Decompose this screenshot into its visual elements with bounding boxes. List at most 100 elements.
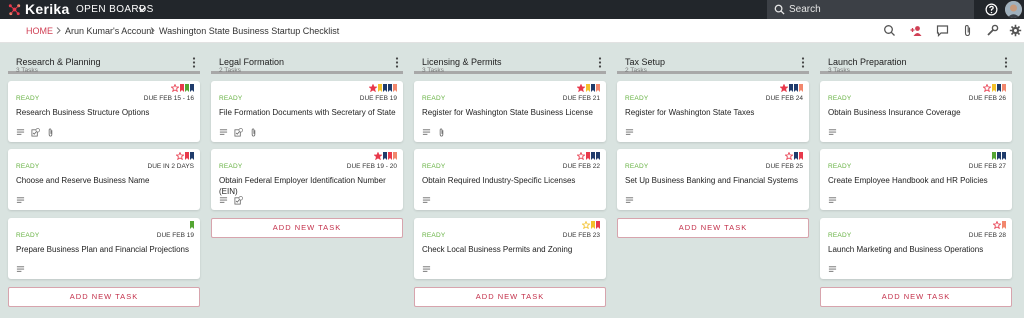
tag-flag-icon: [1002, 152, 1006, 160]
tag-flag-icon: [393, 84, 397, 92]
add-new-task-button[interactable]: ADD NEW TASK: [617, 218, 809, 238]
description-icon: [625, 129, 634, 135]
description-icon: [828, 197, 837, 203]
task-card[interactable]: READY DUE FEB 28 Launch Marketing and Busi…: [820, 218, 1012, 279]
card-meta-icons: [219, 196, 243, 205]
due-date: DUE FEB 28: [968, 232, 1006, 239]
board-column: Licensing & Permits 3 Tasks READY DUE FEB 2…: [414, 52, 606, 307]
tag-flag-icon: [383, 84, 387, 92]
priority-star-icon[interactable]: [171, 84, 179, 92]
add-new-task-button[interactable]: ADD NEW TASK: [211, 218, 403, 238]
card-tags: [983, 84, 1006, 92]
priority-star-icon[interactable]: [176, 152, 184, 160]
task-title[interactable]: Check Local Business Permits and Zoning: [422, 245, 600, 256]
more-vertical-icon[interactable]: [1004, 57, 1008, 68]
priority-star-icon[interactable]: [983, 84, 991, 92]
chevron-right-icon: [56, 27, 61, 34]
tag-flag-icon: [586, 152, 590, 160]
priority-star-icon[interactable]: [582, 221, 590, 229]
column-title: Launch Preparation: [828, 57, 907, 67]
tag-flag-icon: [596, 221, 600, 229]
search-box[interactable]: [767, 0, 974, 19]
task-card[interactable]: READY DUE FEB 15 - 16 Research Business St…: [8, 81, 200, 142]
task-card[interactable]: READY DUE FEB 25 Set Up Business Banking a…: [617, 149, 809, 210]
breadcrumb-home[interactable]: HOME: [26, 26, 53, 36]
status-badge: READY: [219, 163, 243, 170]
task-title[interactable]: Choose and Reserve Business Name: [16, 176, 194, 187]
priority-star-icon[interactable]: [785, 152, 793, 160]
card-meta-icons: [16, 265, 25, 274]
add-person-icon[interactable]: [910, 24, 923, 37]
description-icon: [422, 266, 431, 272]
add-new-task-button[interactable]: ADD NEW TASK: [8, 286, 200, 307]
wrench-icon[interactable]: [986, 24, 999, 37]
task-card[interactable]: READY DUE FEB 27 Create Employee Handbook …: [820, 149, 1012, 210]
more-vertical-icon[interactable]: [192, 57, 196, 68]
priority-star-icon[interactable]: [993, 221, 1001, 229]
due-date: DUE FEB 23: [562, 232, 600, 239]
task-title[interactable]: Set Up Business Banking and Financial Sy…: [625, 176, 803, 187]
task-title[interactable]: Register for Washington State Taxes: [625, 108, 803, 119]
column-task-count: 2 Tasks: [219, 67, 241, 74]
card-tags: [780, 84, 803, 92]
more-vertical-icon[interactable]: [598, 57, 602, 68]
task-title[interactable]: Obtain Business Insurance Coverage: [828, 108, 1006, 119]
priority-star-icon[interactable]: [780, 84, 788, 92]
priority-star-icon[interactable]: [369, 84, 377, 92]
priority-star-icon[interactable]: [577, 152, 585, 160]
task-card[interactable]: READY DUE IN 2 DAYS Choose and Reserve Bus…: [8, 149, 200, 210]
card-meta-icons: [16, 196, 25, 205]
kerika-logo-icon[interactable]: [8, 3, 21, 16]
app-logo-text[interactable]: Kerika: [25, 1, 70, 17]
task-title[interactable]: Obtain Federal Employer Identification N…: [219, 176, 397, 197]
task-card[interactable]: READY DUE FEB 19 File Formation Documents …: [211, 81, 403, 142]
add-new-task-button[interactable]: ADD NEW TASK: [414, 286, 606, 307]
more-vertical-icon[interactable]: [395, 57, 399, 68]
task-card[interactable]: READY DUE FEB 21 Register for Washington S…: [414, 81, 606, 142]
checklist-icon: [234, 196, 243, 205]
card-tags: [369, 84, 397, 92]
due-date: DUE FEB 27: [968, 163, 1006, 170]
tag-flag-icon: [393, 152, 397, 160]
task-card[interactable]: READY DUE FEB 19 - 20 Obtain Federal Emplo…: [211, 149, 403, 210]
card-meta-icons: [625, 128, 634, 137]
breadcrumb-account[interactable]: Arun Kumar's Account: [65, 26, 154, 36]
task-title[interactable]: File Formation Documents with Secretary …: [219, 108, 397, 119]
tag-flag-icon: [185, 152, 189, 160]
attachment-icon[interactable]: [961, 24, 974, 37]
task-card[interactable]: READY DUE FEB 19 Prepare Business Plan and…: [8, 218, 200, 279]
task-card[interactable]: READY DUE FEB 23 Check Local Business Perm…: [414, 218, 606, 279]
task-card[interactable]: READY DUE FEB 24 Register for Washington S…: [617, 81, 809, 142]
priority-star-icon[interactable]: [374, 152, 382, 160]
task-title[interactable]: Launch Marketing and Business Operations: [828, 245, 1006, 256]
avatar[interactable]: [1005, 1, 1022, 18]
tag-flag-icon: [596, 84, 600, 92]
card-meta-icons: [422, 265, 431, 274]
gear-icon[interactable]: [1009, 24, 1022, 37]
add-new-task-button[interactable]: ADD NEW TASK: [820, 286, 1012, 307]
tag-flag-icon: [388, 84, 392, 92]
task-title[interactable]: Create Employee Handbook and HR Policies: [828, 176, 1006, 187]
due-date: DUE FEB 19 - 20: [346, 163, 397, 170]
tag-flag-icon: [190, 221, 194, 229]
search-icon[interactable]: [883, 24, 896, 37]
task-title[interactable]: Research Business Structure Options: [16, 108, 194, 119]
chat-icon[interactable]: [936, 24, 949, 37]
status-badge: READY: [16, 163, 40, 170]
priority-star-icon[interactable]: [577, 84, 585, 92]
task-card[interactable]: READY DUE FEB 22 Obtain Required Industry-…: [414, 149, 606, 210]
tag-flag-icon: [388, 152, 392, 160]
task-title[interactable]: Obtain Required Industry-Specific Licens…: [422, 176, 600, 187]
chevron-down-icon[interactable]: [137, 4, 147, 14]
status-badge: READY: [16, 232, 40, 239]
task-title[interactable]: Register for Washington State Business L…: [422, 108, 600, 119]
attachment-icon: [251, 128, 256, 137]
column-header: Licensing & Permits 3 Tasks: [414, 52, 606, 74]
search-input[interactable]: [789, 2, 969, 17]
more-vertical-icon[interactable]: [801, 57, 805, 68]
task-card[interactable]: READY DUE FEB 26 Obtain Business Insurance…: [820, 81, 1012, 142]
task-title[interactable]: Prepare Business Plan and Financial Proj…: [16, 245, 194, 256]
tag-flag-icon: [794, 84, 798, 92]
help-icon[interactable]: [985, 3, 998, 16]
attachment-icon: [439, 128, 444, 137]
